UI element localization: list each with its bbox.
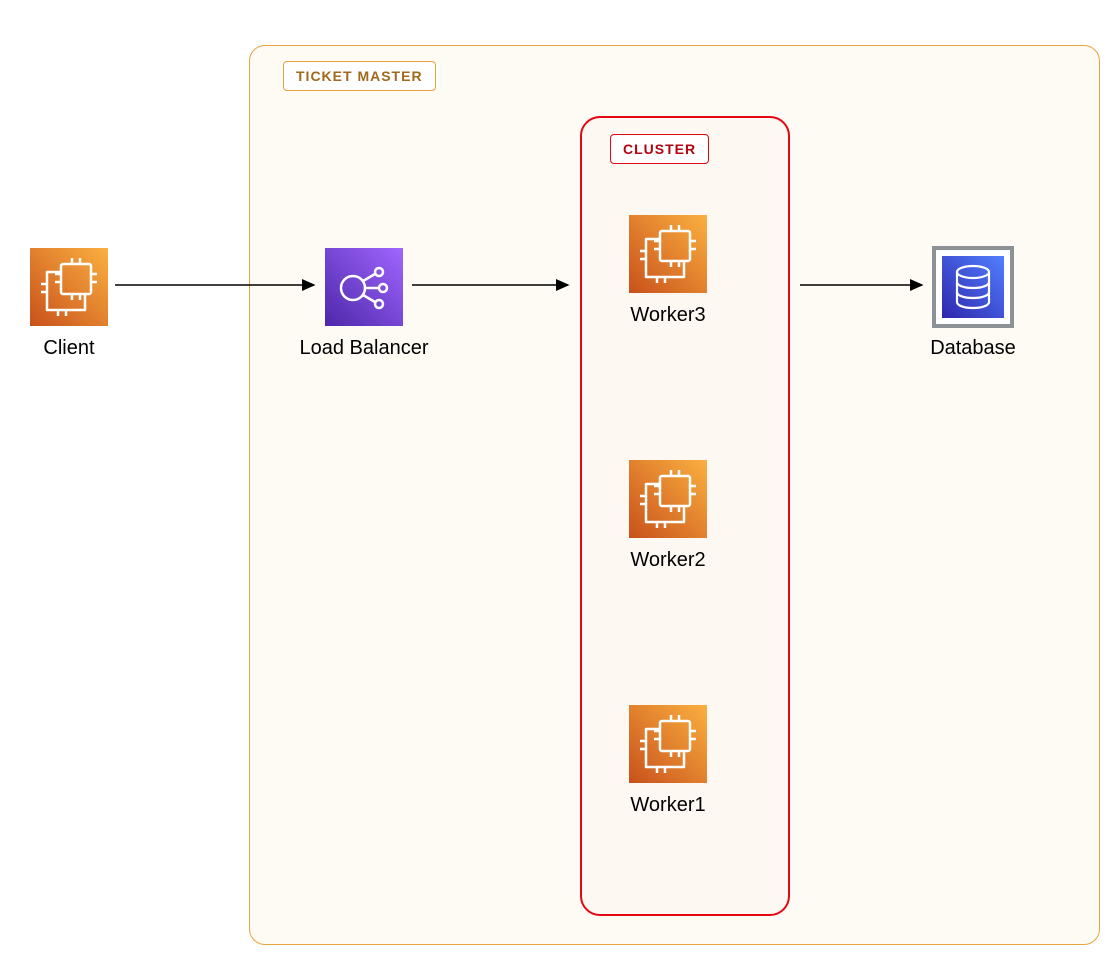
worker2-label: Worker2 (588, 549, 748, 572)
worker2-icon (629, 460, 707, 538)
worker3-label: Worker3 (588, 304, 748, 327)
client-icon (30, 248, 108, 326)
diagram-svg (0, 0, 1120, 968)
worker1-icon (629, 705, 707, 783)
load-balancer-icon (325, 248, 403, 326)
worker3-icon (629, 215, 707, 293)
load-balancer-label: Load Balancer (284, 337, 444, 360)
database-icon (934, 248, 1012, 326)
database-label: Database (893, 337, 1053, 360)
client-label: Client (0, 337, 149, 360)
worker1-label: Worker1 (588, 794, 748, 817)
